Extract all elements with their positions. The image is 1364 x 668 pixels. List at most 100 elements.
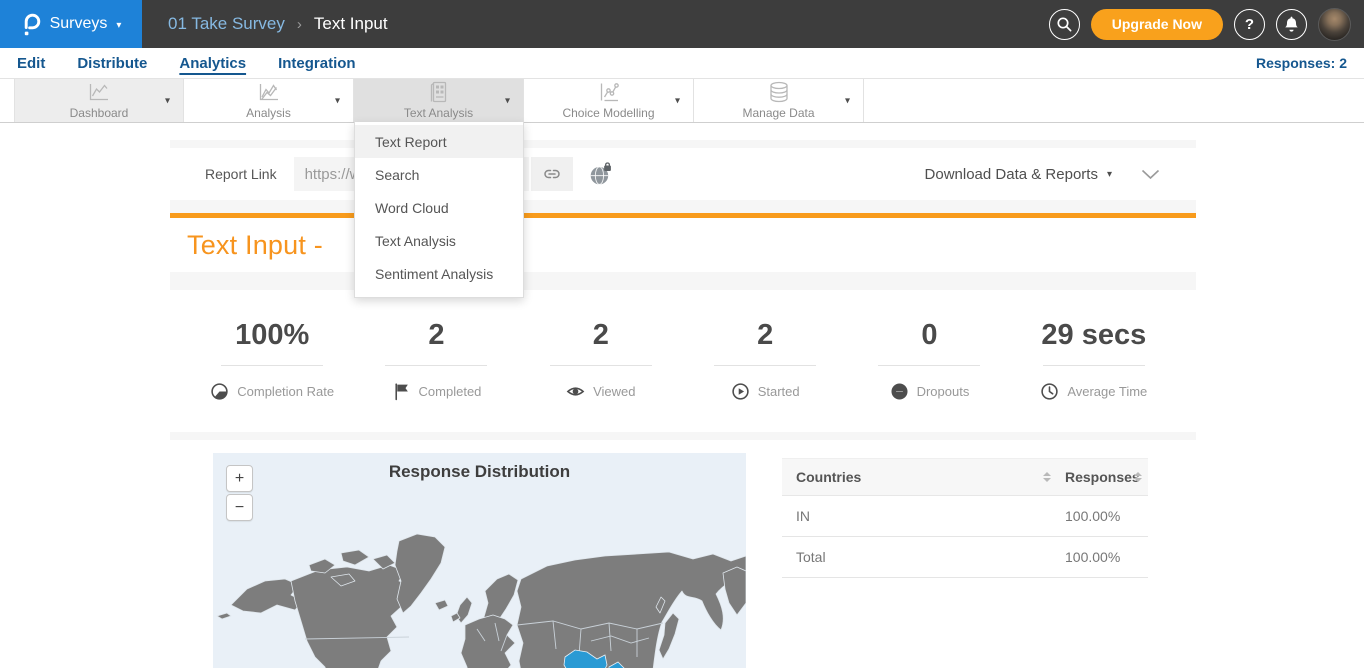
tab-label: Analysis <box>246 106 291 120</box>
chevron-down-icon[interactable]: ▾ <box>675 95 680 106</box>
stat-value: 2 <box>593 320 609 352</box>
breadcrumb-page-name: Text Input <box>314 14 388 34</box>
play-circle-icon <box>731 382 750 401</box>
nav-item-integration[interactable]: Integration <box>278 55 356 72</box>
flag-icon <box>392 382 411 401</box>
dropdown-item-search[interactable]: Search <box>355 158 523 191</box>
header-actions: Upgrade Now ? <box>1049 8 1364 41</box>
question-title-bar: Text Input - <box>170 218 1196 272</box>
tab-label: Dashboard <box>70 106 129 120</box>
breadcrumb-survey-name[interactable]: 01 Take Survey <box>168 14 285 34</box>
web-report-button[interactable] <box>588 162 612 186</box>
table-header-row: Countries Responses <box>782 458 1148 496</box>
stat-average-time: 29 secs Average Time <box>1012 290 1176 432</box>
world-map[interactable] <box>213 453 746 668</box>
chevron-down-icon: ▾ <box>116 20 121 31</box>
stat-started: 2 Started <box>683 290 847 432</box>
tab-label: Text Analysis <box>404 106 473 120</box>
text-analysis-dropdown-menu: Text Report Search Word Cloud Text Analy… <box>354 122 524 298</box>
responses-count[interactable]: Responses: 2 <box>1256 55 1347 71</box>
globe-lock-icon <box>588 162 612 186</box>
map-zoom-out-button[interactable]: − <box>226 494 253 521</box>
table-header-responses[interactable]: Responses <box>1065 469 1140 485</box>
tab-label: Manage Data <box>742 106 814 120</box>
stat-completion-rate: 100% Completion Rate <box>190 290 354 432</box>
nav-item-edit[interactable]: Edit <box>17 55 45 72</box>
upgrade-now-button[interactable]: Upgrade Now <box>1091 9 1223 40</box>
report-link-label: Report Link <box>205 166 277 182</box>
chevron-down-icon[interactable]: ▾ <box>165 95 170 106</box>
dropdown-item-sentiment-analysis[interactable]: Sentiment Analysis <box>355 257 523 290</box>
minus-circle-icon <box>890 382 909 401</box>
table-row-total: Total 100.00% <box>782 537 1148 578</box>
chevron-down-icon[interactable]: ▾ <box>335 95 340 106</box>
divider <box>221 365 323 366</box>
response-distribution-map: Response Distribution + − <box>213 453 746 668</box>
dropdown-item-text-analysis[interactable]: Text Analysis <box>355 224 523 257</box>
survey-subnav: Edit Distribute Analytics Integration Re… <box>0 48 1364 78</box>
tab-label: Choice Modelling <box>562 106 654 120</box>
stat-label: Completion Rate <box>237 384 334 399</box>
sort-icon[interactable] <box>1043 472 1051 482</box>
search-icon <box>1056 16 1073 33</box>
dropdown-item-word-cloud[interactable]: Word Cloud <box>355 191 523 224</box>
divider <box>878 365 980 366</box>
analytics-content: Report Link Download Data & Report <box>170 140 1196 668</box>
collapse-section-button[interactable] <box>1141 169 1160 180</box>
chevron-down-icon <box>1141 169 1160 180</box>
stat-label: Dropouts <box>917 384 970 399</box>
copy-link-button[interactable] <box>531 157 573 191</box>
analytics-toolbar: Dashboard ▾ Analysis ▾ Text Analys <box>0 78 1364 123</box>
countries-table: Countries Responses IN 100.00% Total 100… <box>782 458 1148 578</box>
line-chart-icon <box>86 81 112 103</box>
pie-icon <box>210 382 229 401</box>
link-icon <box>541 164 563 184</box>
tab-dashboard[interactable]: Dashboard ▾ <box>14 79 184 122</box>
stat-label: Average Time <box>1067 384 1147 399</box>
tab-analysis[interactable]: Analysis ▾ <box>184 79 354 122</box>
sort-icon[interactable] <box>1134 472 1142 482</box>
help-icon: ? <box>1245 16 1254 33</box>
response-percent: 100.00% <box>1065 508 1120 524</box>
table-header-countries[interactable]: Countries <box>796 469 861 485</box>
divider <box>550 365 652 366</box>
caret-down-icon: ▾ <box>1107 169 1112 180</box>
nav-item-distribute[interactable]: Distribute <box>77 55 147 72</box>
stat-completed: 2 Completed <box>354 290 518 432</box>
divider <box>1043 365 1145 366</box>
map-title: Response Distribution <box>213 462 746 482</box>
surveys-menu[interactable]: Surveys ▾ <box>0 0 142 48</box>
stat-label: Completed <box>419 384 482 399</box>
brand-label: Surveys <box>50 15 108 33</box>
country-code: IN <box>796 508 810 524</box>
text-report-icon <box>426 81 452 103</box>
stat-value: 2 <box>428 320 444 352</box>
search-button[interactable] <box>1049 9 1080 40</box>
tab-choice-modelling[interactable]: Choice Modelling ▾ <box>524 79 694 122</box>
dropdown-item-text-report[interactable]: Text Report <box>355 125 523 158</box>
map-zoom-in-button[interactable]: + <box>226 465 253 492</box>
stat-label: Viewed <box>593 384 635 399</box>
nav-item-analytics[interactable]: Analytics <box>179 55 246 72</box>
subnav-links: Edit Distribute Analytics Integration <box>17 55 356 72</box>
download-data-reports-button[interactable]: Download Data & Reports ▾ <box>925 166 1112 183</box>
user-avatar[interactable] <box>1318 8 1351 41</box>
breadcrumb-separator: › <box>297 16 302 33</box>
response-distribution-section: Response Distribution + − <box>170 440 1196 668</box>
eye-icon <box>566 382 585 401</box>
notifications-button[interactable] <box>1276 9 1307 40</box>
tab-text-analysis[interactable]: Text Analysis ▾ <box>354 79 524 122</box>
app-header: Surveys ▾ 01 Take Survey › Text Input Up… <box>0 0 1364 48</box>
report-link-bar: Report Link Download Data & Report <box>170 148 1196 200</box>
breadcrumb: 01 Take Survey › Text Input <box>168 14 388 34</box>
multi-line-chart-icon <box>256 81 282 103</box>
stat-value: 29 secs <box>1041 320 1146 352</box>
stat-dropouts: 0 Dropouts <box>847 290 1011 432</box>
tab-manage-data[interactable]: Manage Data ▾ <box>694 79 864 122</box>
response-percent: 100.00% <box>1065 549 1120 565</box>
stat-value: 100% <box>235 320 309 352</box>
download-label: Download Data & Reports <box>925 166 1098 183</box>
chevron-down-icon[interactable]: ▾ <box>845 95 850 106</box>
help-button[interactable]: ? <box>1234 9 1265 40</box>
chevron-down-icon[interactable]: ▾ <box>505 95 510 106</box>
